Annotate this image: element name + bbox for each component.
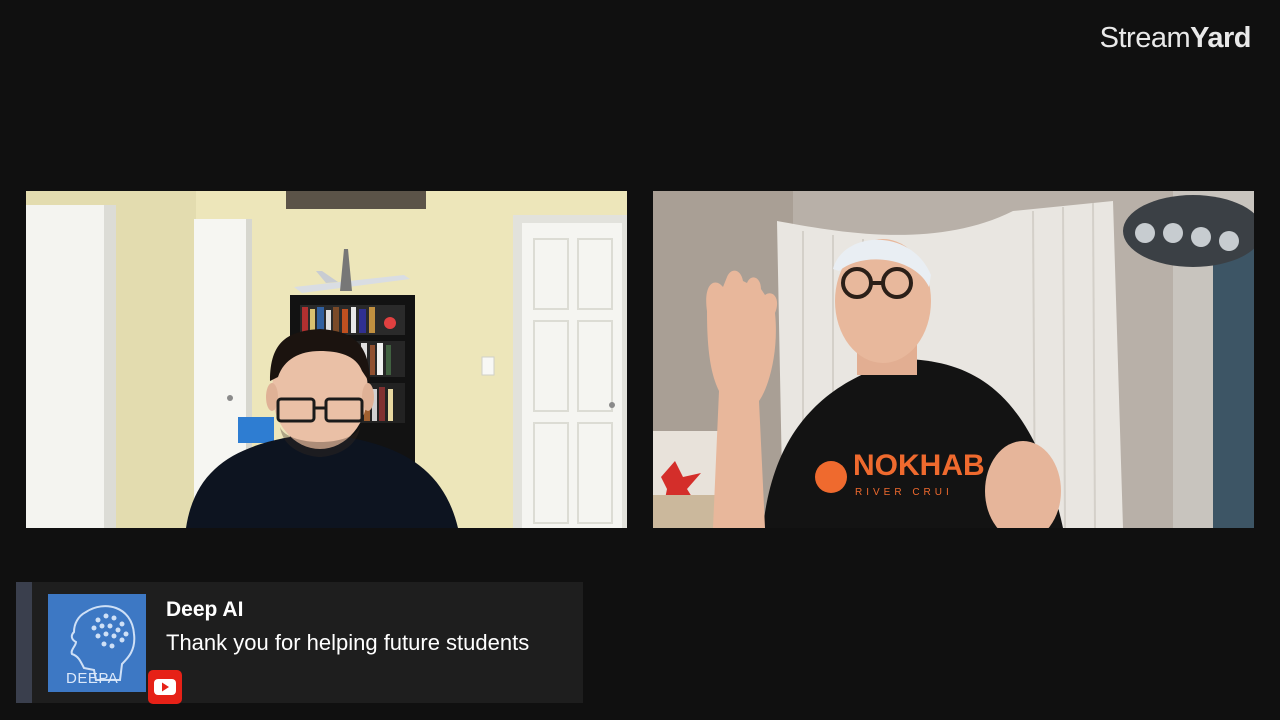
- comment-author: Deep AI: [166, 598, 244, 621]
- shirt-text: NOKHAB: [853, 449, 985, 482]
- participant-video-right: NOKHAB RIVER CRUI: [653, 191, 1254, 528]
- streamyard-logo: StreamYard: [1099, 22, 1252, 55]
- stream-canvas: StreamYard NOKHAB RIVER CRUI DEEPA Deep …: [0, 0, 1280, 720]
- participant-video-left: [26, 191, 627, 528]
- brand-text-light: Stream: [1099, 22, 1191, 54]
- commenter-avatar: DEEPA: [48, 594, 182, 704]
- video-frame-right: NOKHAB RIVER CRUI: [653, 191, 1254, 528]
- video-frame-left: [26, 191, 627, 528]
- youtube-icon: [148, 670, 182, 704]
- comment-accent-bar: [16, 582, 32, 703]
- avatar-text: DEEPA: [66, 670, 119, 687]
- shirt-subtext: RIVER CRUI: [855, 487, 953, 498]
- comment-message: Thank you for helping future students: [166, 630, 530, 655]
- brand-text-bold: Yard: [1190, 22, 1251, 54]
- chat-comment-banner: DEEPA Deep AI Thank you for helping futu…: [16, 582, 583, 704]
